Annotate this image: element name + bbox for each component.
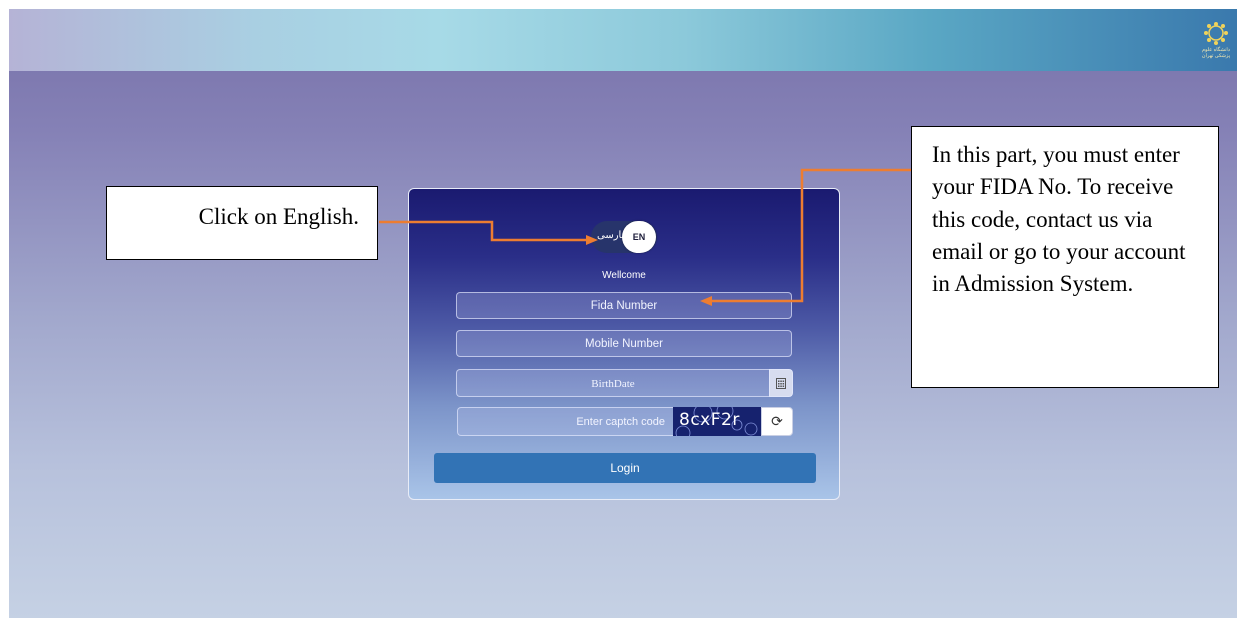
annotation-fida: In this part, you must enter your FIDA N… (911, 126, 1219, 388)
arrow-to-fida (712, 168, 911, 303)
arrowhead-english (586, 235, 598, 245)
arrow-to-english (379, 220, 590, 242)
arrowhead-fida (700, 296, 712, 306)
annotation-english: Click on English. (106, 186, 378, 260)
